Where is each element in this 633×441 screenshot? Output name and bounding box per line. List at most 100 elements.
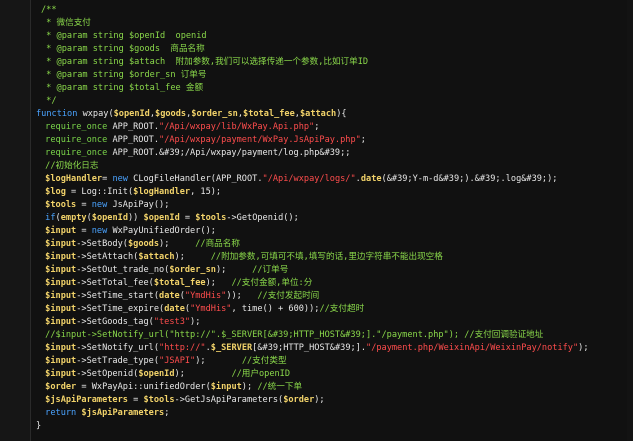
code-token: $tools	[40, 200, 77, 210]
code-line[interactable]: 6 * @param string $order_sn 订单号	[31, 69, 633, 82]
code-token: date	[360, 174, 382, 184]
code-token: $input	[210, 382, 242, 392]
code-token: "http://"	[159, 343, 206, 353]
code-token: $logHandler	[40, 174, 103, 184]
code-line[interactable]: 21 $input->SetOut_trade_no($order_sn); /…	[31, 264, 633, 277]
code-token: $openId	[143, 213, 180, 223]
code-line[interactable]: 16 $tools = new JsApiPay();	[31, 199, 633, 212]
code-token: );	[195, 356, 242, 366]
code-text: */	[41, 95, 56, 108]
code-line[interactable]: 19 $input->SetBody($goods); //商品名称	[31, 238, 633, 251]
code-token: APP_ROOT.	[112, 135, 160, 145]
code-line[interactable]: 7 * @param string $total_fee 金额	[31, 82, 633, 95]
code-line[interactable]: 4 * @param string $goods 商品名称	[31, 43, 633, 56]
code-line[interactable]: 29 $input->SetOpenid($openId); //用户openI…	[31, 368, 633, 381]
code-text: if(empty($openId)) $openId = $tools->Get…	[40, 212, 299, 225]
code-token: $input	[40, 369, 77, 379]
code-line[interactable]: 15 $log = Log::Init($logHandler, 15);	[31, 186, 633, 199]
code-line[interactable]: 8 */	[31, 95, 633, 108]
code-token: //附加参数,可填可不填,填写的话,里边字符串不能出现空格	[210, 252, 443, 262]
code-token: $goods	[155, 109, 187, 119]
code-token: "/payment.php/WeixinApi/WeixinPay/notify…	[366, 343, 579, 353]
code-token: $_SERVER	[210, 343, 253, 353]
code-token: =	[76, 200, 92, 210]
code-line[interactable]: 17 if(empty($openId)) $openId = $tools->…	[31, 212, 633, 225]
code-token: return	[40, 408, 82, 418]
code-line[interactable]: 23 $input->SetTime_start(date("YmdHis"))…	[31, 290, 633, 303]
code-token: $input	[40, 291, 77, 301]
code-text: $input->SetGoods_tag("test3");	[40, 316, 200, 329]
code-token: ;	[164, 408, 170, 418]
code-token: $order_sn	[169, 265, 216, 275]
code-token: $input	[40, 317, 77, 327]
code-token: =	[76, 226, 92, 236]
code-line[interactable]: 13 //初始化日志	[31, 160, 633, 173]
code-token: $attach	[138, 252, 175, 262]
code-token: $openId	[138, 369, 175, 379]
code-line[interactable]: 18 $input = new WxPayUnifiedOrder();	[31, 225, 633, 238]
code-token: $openId	[113, 109, 150, 119]
code-line[interactable]: 26 //$input->SetNotify_url("http://".$_S…	[31, 329, 633, 342]
code-text: $input = new WxPayUnifiedOrder();	[40, 225, 216, 238]
code-line[interactable]: 11 require_once APP_ROOT."/Api/wxpay/pay…	[31, 134, 633, 147]
code-line[interactable]: 14 $logHandler= new CLogFileHandler(APP_…	[31, 173, 633, 186]
code-token: "JSAPI"	[159, 356, 196, 366]
code-token: );	[159, 239, 196, 249]
code-line[interactable]: 31 $jsApiParameters = $tools->GetJsApiPa…	[31, 394, 633, 407]
code-token: , time() + 600));	[231, 304, 320, 314]
code-token: //统一下单	[257, 382, 303, 392]
code-line[interactable]: 28 $input->SetTrade_type("JSAPI"); //支付类…	[31, 355, 633, 368]
code-line[interactable]: 22 $input->SetTotal_fee($total_fee); //支…	[31, 277, 633, 290]
code-area[interactable]: 1/**2 * 微信支付3 * @param string $openId op…	[31, 0, 633, 441]
code-line[interactable]: 27 $input->SetNotify_url("http://".$_SER…	[31, 342, 633, 355]
code-line[interactable]: 24 $input->SetTime_expire(date("YmdHis",…	[31, 303, 633, 316]
code-token: );	[205, 278, 232, 288]
code-token: $attach	[299, 109, 337, 119]
code-token: $input	[40, 252, 77, 262]
vertical-scrollbar[interactable]	[627, 0, 633, 441]
code-line[interactable]: 5 * @param string $attach 附加参数,我们可以选择传递一…	[31, 56, 633, 69]
code-token: ->GetOpenid();	[226, 213, 299, 223]
code-text: /**	[41, 4, 57, 17]
code-line[interactable]: 32 return $jsApiParameters;	[31, 407, 633, 420]
code-token: //支付类型	[241, 356, 287, 366]
code-token: WxPayUnifiedOrder();	[112, 226, 216, 236]
code-token: = Log::Init(	[65, 187, 134, 197]
code-token: $logHandler	[133, 187, 191, 197]
code-token: $jsApiParameters	[81, 408, 165, 418]
code-line[interactable]: 10 require_once APP_ROOT."/Api/wxpay/lib…	[31, 121, 633, 134]
code-token: $log	[40, 187, 66, 197]
code-text: * @param string $goods 商品名称	[41, 43, 205, 56]
code-line[interactable]: 12 require_once APP_ROOT.&#39;/Api/wxpay…	[31, 147, 633, 160]
code-text: $logHandler= new CLogFileHandler(APP_ROO…	[40, 173, 557, 186]
code-line[interactable]: 2 * 微信支付	[31, 17, 633, 30]
code-token: require_once	[40, 148, 113, 158]
code-token: ->SetNotify_url(	[76, 343, 160, 353]
code-token: //用户openID	[231, 369, 291, 379]
code-line[interactable]: 20 $input->SetAttach($attach); //附加参数,可填…	[31, 251, 633, 264]
code-line[interactable]: 3 * @param string $openId openid	[31, 30, 633, 43]
code-token: =	[127, 395, 144, 405]
code-token: $input	[40, 278, 77, 288]
code-editor[interactable]: 1/**2 * 微信支付3 * @param string $openId op…	[0, 0, 633, 441]
code-token: ->SetOut_trade_no(	[76, 265, 170, 275]
code-token: ;	[314, 122, 320, 132]
code-line[interactable]: 25 $input->SetGoods_tag("test3");	[31, 316, 633, 329]
code-text: $input->SetAttach($attach); //附加参数,可填可不填…	[40, 251, 443, 264]
code-token: * @param string $order_sn 订单号	[41, 70, 207, 80]
code-token: CLogFileHandler(APP_ROOT.	[133, 174, 263, 184]
code-text: $input->SetNotify_url("http://".$_SERVER…	[40, 342, 588, 355]
code-text: //$input->SetNotify_url("http://".$_SERV…	[40, 329, 543, 342]
code-token: APP_ROOT.	[112, 122, 160, 132]
code-token: $input	[40, 304, 77, 314]
code-text: $input->SetTime_expire(date("YmdHis", ti…	[40, 303, 364, 316]
code-token: ;	[360, 135, 366, 145]
code-line[interactable]: 30 $order = WxPayApi::unifiedOrder($inpu…	[31, 381, 633, 394]
code-line[interactable]: 33}	[31, 420, 633, 433]
code-token: ->SetBody(	[76, 239, 128, 249]
code-line[interactable]: 1/**	[31, 4, 633, 17]
code-line[interactable]: 9function wxpay($openId,$goods,$order_sn…	[31, 108, 633, 121]
code-token: ->SetOpenid(	[76, 369, 139, 379]
code-text: * @param string $total_fee 金额	[41, 82, 203, 95]
code-token: new	[91, 226, 113, 236]
